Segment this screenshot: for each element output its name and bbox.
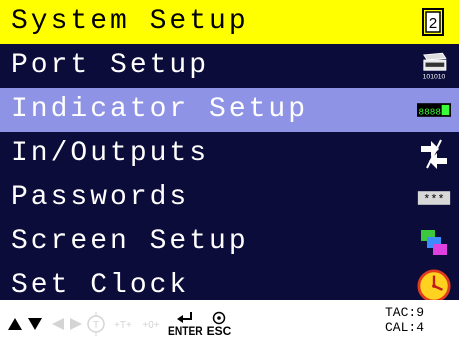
- menu-item-label: Screen Setup: [11, 226, 249, 257]
- esc-button[interactable]: ESC: [204, 300, 234, 347]
- menu-item-port-setup[interactable]: Port Setup 101010: [0, 44, 459, 88]
- tac-cal-counters: TAC:9 CAL:4: [385, 305, 424, 335]
- menu-item-indicator-setup[interactable]: Indicator Setup 8888: [0, 88, 459, 132]
- menu-item-label: In/Outputs: [11, 138, 210, 169]
- setup-screen: System Setup 2 Port Setup 101010 Indicat…: [0, 0, 459, 347]
- arrow-left-icon: [50, 300, 66, 347]
- svg-text:+0+: +0+: [142, 320, 159, 331]
- in-out-arrows-icon: [417, 136, 451, 172]
- svg-text:***: ***: [423, 193, 444, 207]
- menu-item-passwords[interactable]: Passwords ***: [0, 176, 459, 220]
- clock-icon: [417, 268, 451, 304]
- indicator-display-icon: 8888: [417, 92, 451, 128]
- arrow-right-icon: [68, 300, 84, 347]
- enter-label: ENTER: [167, 323, 203, 338]
- menu-item-label: Indicator Setup: [11, 94, 309, 125]
- esc-target-icon: [212, 311, 226, 324]
- arrow-down-icon[interactable]: [26, 300, 44, 347]
- tare-icon: T: [86, 300, 106, 347]
- menu-title: System Setup: [11, 6, 249, 37]
- menu-item-in-outputs[interactable]: In/Outputs: [0, 132, 459, 176]
- overlapping-windows-icon: [417, 224, 451, 260]
- password-mask-icon: ***: [417, 180, 451, 216]
- arrow-up-icon[interactable]: [6, 300, 24, 347]
- menu-item-label: Passwords: [11, 182, 190, 213]
- esc-label: ESC: [206, 323, 232, 338]
- tac-counter: TAC:9: [385, 305, 425, 320]
- svg-text:+T+: +T+: [114, 320, 132, 331]
- zero-icon: +0+: [138, 300, 164, 347]
- svg-text:T: T: [93, 320, 99, 331]
- preset-tare-icon: +T+: [110, 300, 136, 347]
- cal-counter: CAL:4: [385, 320, 425, 335]
- enter-button[interactable]: ENTER: [168, 300, 202, 347]
- svg-text:8888: 8888: [419, 106, 441, 117]
- svg-text:2: 2: [429, 15, 437, 32]
- serial-port-icon: 101010: [417, 48, 451, 84]
- menu-title-bar: System Setup 2: [0, 0, 459, 44]
- menu-item-screen-setup[interactable]: Screen Setup: [0, 220, 459, 264]
- enter-arrow-icon: [177, 311, 192, 323]
- menu-item-label: Port Setup: [11, 50, 210, 81]
- svg-text:101010: 101010: [423, 74, 446, 81]
- page-number-icon: 2: [417, 4, 451, 40]
